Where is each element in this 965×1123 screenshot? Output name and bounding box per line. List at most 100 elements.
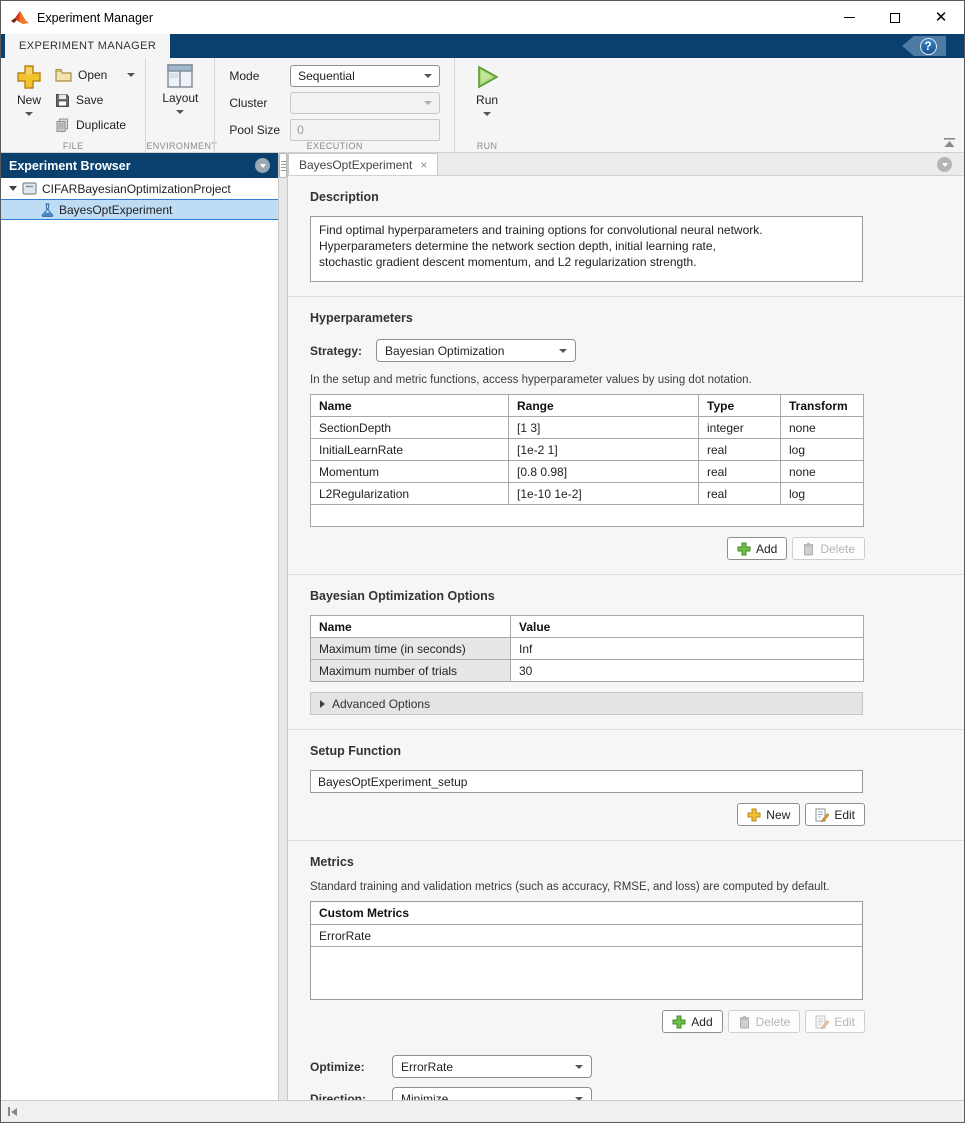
col-transform: Transform [781, 395, 864, 417]
title-bar: Experiment Manager ✕ [1, 1, 964, 34]
col-range: Range [509, 395, 699, 417]
cluster-label: Cluster [229, 96, 280, 110]
hyperparameters-add-button[interactable]: Add [727, 537, 787, 560]
experiment-browser-header: Experiment Browser [1, 153, 278, 178]
close-button[interactable]: ✕ [918, 1, 964, 34]
tree-expand-icon[interactable] [9, 186, 17, 191]
maximize-icon [890, 13, 900, 23]
new-plus-icon [747, 808, 761, 822]
hyperparameters-heading: Hyperparameters [310, 311, 964, 325]
chevron-down-icon [483, 112, 491, 116]
layout-grid-icon [167, 64, 193, 88]
collapse-ribbon-icon[interactable] [943, 138, 956, 148]
chevron-down-icon [176, 110, 184, 114]
optimize-value: ErrorRate [401, 1060, 453, 1074]
section-divider [288, 729, 964, 730]
help-icon: ? [920, 38, 937, 55]
status-bar [1, 1100, 964, 1122]
tree-item-project[interactable]: CIFARBayesianOptimizationProject [1, 178, 278, 199]
toolbar-group-file: New Open Save [1, 58, 145, 152]
col-name: Name [311, 616, 511, 638]
metrics-note: Standard training and validation metrics… [310, 881, 964, 893]
run-play-icon [474, 64, 500, 90]
window-title: Experiment Manager [37, 11, 153, 25]
mode-dropdown[interactable]: Sequential [290, 65, 440, 87]
setup-edit-button[interactable]: Edit [805, 803, 865, 826]
save-button[interactable]: Save [51, 89, 139, 111]
pool-size-label: Pool Size [229, 123, 280, 137]
option-value-cell[interactable]: 30 [511, 660, 864, 682]
save-disk-icon [55, 93, 70, 108]
metrics-add-button[interactable]: Add [662, 1010, 722, 1033]
direction-label: Direction: [310, 1092, 392, 1101]
help-button[interactable]: ? [902, 36, 946, 56]
duplicate-button-label: Duplicate [76, 118, 126, 132]
document-menu-button[interactable] [937, 157, 952, 172]
maximize-button[interactable] [872, 1, 918, 34]
optimize-dropdown[interactable]: ErrorRate [392, 1055, 592, 1078]
duplicate-button[interactable]: Duplicate [51, 114, 139, 136]
custom-metrics-empty-area [311, 947, 862, 999]
description-textarea[interactable]: Find optimal hyperparameters and trainin… [310, 216, 863, 282]
description-heading: Description [310, 190, 964, 204]
collapse-panel-button[interactable] [8, 1107, 17, 1116]
chevron-down-icon [260, 164, 266, 168]
strategy-dropdown[interactable]: Bayesian Optimization [376, 339, 576, 362]
panel-splitter[interactable] [278, 153, 288, 1100]
section-divider [288, 574, 964, 575]
pool-size-input [290, 119, 440, 141]
collapse-panel-icon [11, 1108, 17, 1116]
delete-trash-icon [802, 542, 815, 556]
advanced-options-toggle[interactable]: Advanced Options [310, 692, 863, 715]
chevron-down-icon [942, 163, 948, 167]
setup-function-input[interactable] [310, 770, 863, 793]
open-button[interactable]: Open [51, 64, 139, 86]
col-value: Value [511, 616, 864, 638]
tab-experiment-manager[interactable]: EXPERIMENT MANAGER [5, 34, 170, 58]
tab-bayesoptexperiment[interactable]: BayesOptExperiment × [288, 153, 438, 175]
new-button[interactable]: New [7, 62, 51, 138]
setup-new-button[interactable]: New [737, 803, 800, 826]
chevron-down-icon [424, 74, 432, 78]
tab-close-icon[interactable]: × [420, 158, 427, 172]
bayes-options-table: Name Value Maximum time (in seconds) Inf… [310, 615, 864, 682]
table-row[interactable]: ErrorRate [311, 925, 862, 947]
ribbon-tab-strip: EXPERIMENT MANAGER ? [1, 34, 964, 58]
table-row[interactable]: Momentum [0.8 0.98] real none [311, 461, 864, 483]
duplicate-copy-icon [55, 118, 70, 133]
hyperparameters-note: In the setup and metric functions, acces… [310, 374, 964, 386]
open-button-label: Open [78, 68, 107, 82]
table-row: Maximum number of trials 30 [311, 660, 864, 682]
matlab-logo-icon [11, 10, 29, 26]
table-row[interactable]: SectionDepth [1 3] integer none [311, 417, 864, 439]
new-plus-icon [16, 64, 42, 90]
tab-label: BayesOptExperiment [299, 158, 412, 172]
option-value-cell[interactable]: Inf [511, 638, 864, 660]
metrics-heading: Metrics [310, 855, 964, 869]
table-header-row: Name Range Type Transform [311, 395, 864, 417]
minimize-button[interactable] [826, 1, 872, 34]
splitter-grip[interactable] [279, 153, 287, 178]
chevron-down-icon [127, 73, 135, 77]
layout-button[interactable]: Layout [158, 62, 202, 138]
group-label-file: FILE [1, 141, 145, 151]
direction-dropdown[interactable]: Minimize [392, 1087, 592, 1100]
setup-function-heading: Setup Function [310, 744, 964, 758]
bayes-options-heading: Bayesian Optimization Options [310, 589, 964, 603]
mode-label: Mode [229, 69, 280, 83]
table-row[interactable]: InitialLearnRate [1e-2 1] real log [311, 439, 864, 461]
run-button[interactable]: Run [465, 62, 509, 138]
panel-menu-button[interactable] [255, 158, 270, 173]
group-label-run: RUN [455, 141, 519, 151]
project-icon [22, 182, 37, 195]
group-label-execution: EXECUTION [215, 141, 454, 151]
table-row[interactable]: L2Regularization [1e-10 1e-2] real log [311, 483, 864, 505]
cluster-dropdown [290, 92, 440, 114]
tree-item-experiment[interactable]: BayesOptExperiment [1, 199, 278, 220]
tree-item-experiment-label: BayesOptExperiment [59, 203, 172, 217]
experiment-browser-title: Experiment Browser [9, 159, 131, 173]
section-divider [288, 840, 964, 841]
collapse-panel-icon [8, 1107, 10, 1116]
chevron-down-icon [424, 101, 432, 105]
edit-pencil-icon [815, 1015, 829, 1029]
